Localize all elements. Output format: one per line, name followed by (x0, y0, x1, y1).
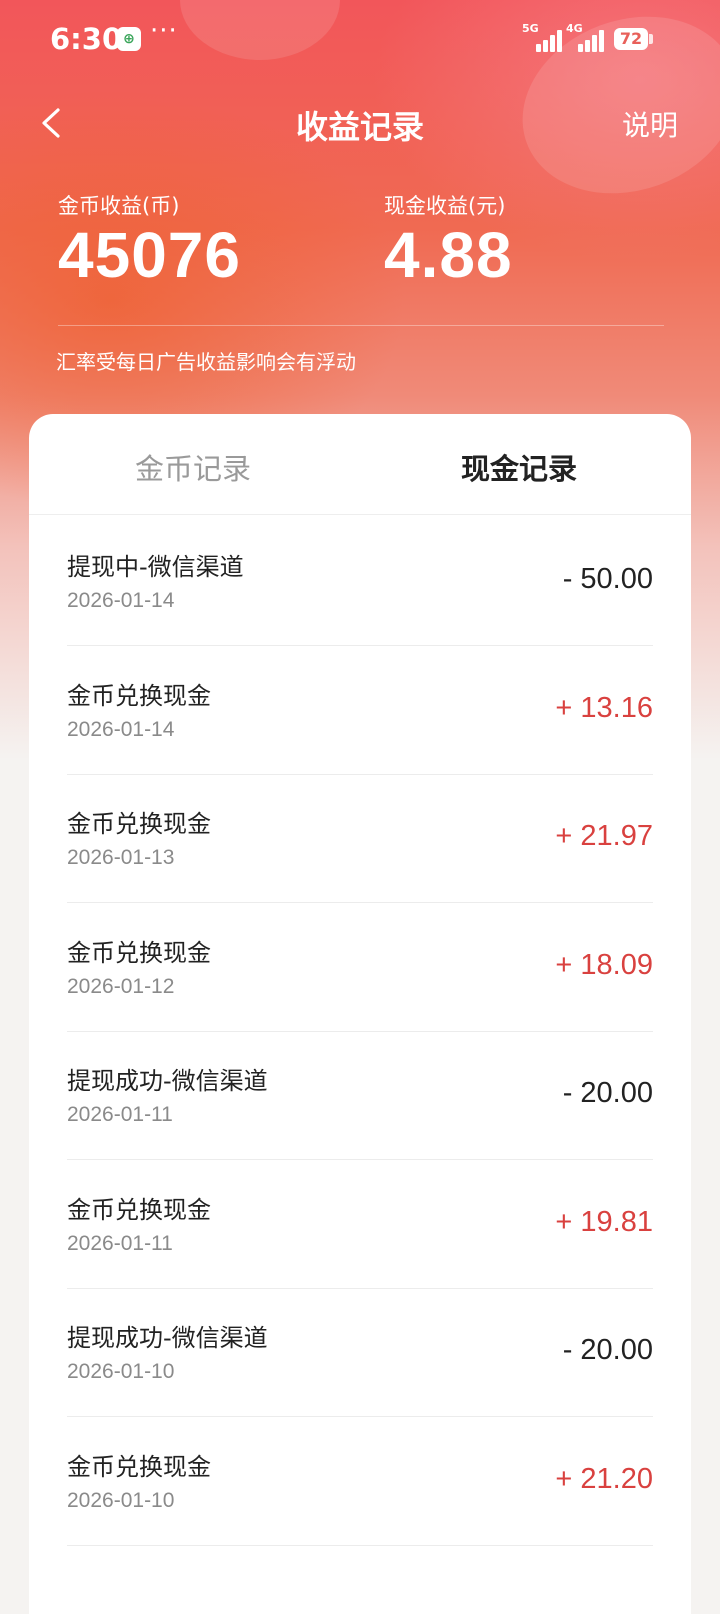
record-title: 金币兑换现金 (67, 938, 211, 967)
record-row[interactable]: 金币兑换现金 2026-01-10 + 21.20 (67, 1415, 653, 1546)
status-bar: 6:30 ⊕ ··· 5G 4G 72 (0, 0, 720, 80)
record-title: 提现成功-微信渠道 (67, 1324, 268, 1352)
record-date: 2026-01-10 (67, 1488, 175, 1512)
battery-tip (649, 34, 653, 44)
record-title: 金币兑换现金 (67, 810, 211, 838)
record-amount: - 50.00 (562, 563, 653, 595)
signal-5g-icon: 5G (522, 22, 562, 52)
record-amount: - 20.00 (562, 1334, 653, 1366)
record-date: 2026-01-13 (67, 846, 175, 869)
record-date: 2026-01-14 (67, 717, 175, 741)
record-date: 2026-01-11 (67, 1103, 173, 1126)
page-title: 收益记录 (295, 108, 424, 146)
record-amount: - 20.00 (562, 1077, 653, 1109)
record-date: 2026-01-12 (67, 974, 175, 998)
record-row[interactable]: 提现成功-微信渠道 2026-01-10 - 20.00 (67, 1286, 653, 1417)
battery-icon: 72 (614, 28, 648, 50)
status-time: 6:30 (50, 22, 123, 56)
record-title: 提现中-微信渠道 (67, 553, 244, 581)
record-amount: + 21.97 (555, 820, 653, 852)
exchange-rate-note: 汇率受每日广告收益影响会有浮动 (56, 350, 356, 374)
cash-income-value: 4.88 (384, 219, 513, 291)
signal-4g-icon: 4G (566, 22, 606, 52)
coin-income-value: 45076 (58, 219, 241, 291)
record-title: 金币兑换现金 (67, 1195, 211, 1224)
explain-button[interactable]: 说明 (622, 104, 678, 144)
more-notifications-icon: ··· (150, 16, 178, 46)
record-row[interactable]: 金币兑换现金 2026-01-13 + 21.97 (67, 772, 653, 903)
record-amount: + 18.09 (555, 948, 653, 981)
tab-cash-records[interactable]: 现金记录 (461, 446, 577, 488)
record-amount: + 13.16 (555, 691, 653, 724)
record-row[interactable]: 金币兑换现金 2026-01-12 + 18.09 (67, 901, 653, 1032)
record-title: 金币兑换现金 (67, 1452, 211, 1481)
record-row[interactable]: 提现中-微信渠道 2026-01-14 - 50.00 (67, 515, 653, 646)
record-amount: + 19.81 (555, 1205, 653, 1238)
app-notification-icon: ⊕ (117, 27, 141, 51)
record-title: 提现成功-微信渠道 (67, 1067, 268, 1095)
record-title: 金币兑换现金 (67, 681, 211, 710)
tab-coin-records[interactable]: 金币记录 (135, 446, 251, 488)
record-date: 2026-01-10 (67, 1360, 175, 1383)
record-date: 2026-01-14 (67, 589, 175, 612)
stats-divider (58, 325, 664, 326)
record-row[interactable]: 金币兑换现金 2026-01-11 + 19.81 (67, 1158, 653, 1289)
coin-income-label: 金币收益(币) (58, 194, 180, 218)
record-date: 2026-01-11 (67, 1231, 173, 1255)
record-row[interactable]: 金币兑换现金 2026-01-14 + 13.16 (67, 644, 653, 775)
record-row[interactable]: 提现成功-微信渠道 2026-01-11 - 20.00 (67, 1029, 653, 1160)
records-card: 金币记录 现金记录 提现中-微信渠道 2026-01-14 - 50.00 金币兑换现… (29, 414, 691, 1614)
record-amount: + 21.20 (555, 1462, 653, 1495)
cash-income-label: 现金收益(元) (384, 194, 506, 218)
records-tabs: 金币记录 现金记录 (29, 414, 691, 515)
